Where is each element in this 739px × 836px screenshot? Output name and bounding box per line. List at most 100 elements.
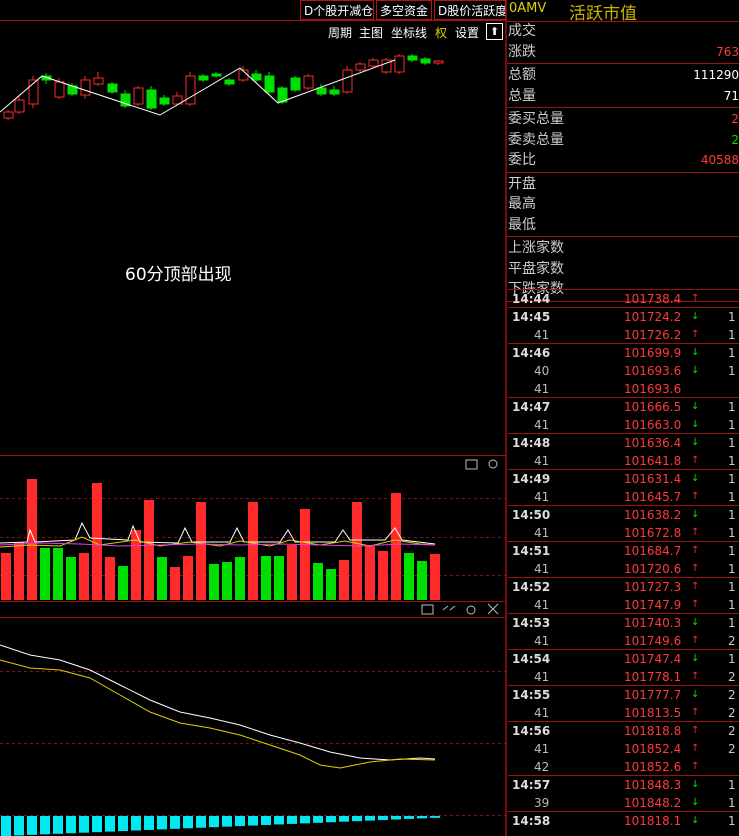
tick-volume: 1 — [728, 526, 736, 540]
tick-row: 41 101852.4 ↑ 2 — [508, 740, 739, 758]
histogram-bar — [378, 816, 388, 821]
histogram-bar — [391, 816, 401, 820]
tick-row: 14:44 101738.4 ↑ — [508, 289, 739, 308]
candle-body — [198, 75, 209, 81]
tick-volume: 1 — [728, 652, 736, 666]
tick-price: 101684.7 — [624, 544, 682, 558]
tick-price: 101738.4 — [624, 292, 682, 306]
tick-time: 14:52 — [512, 580, 551, 594]
tick-time: 14:56 — [512, 724, 551, 738]
reduce-position-button[interactable]: D个股开减仓 — [300, 0, 374, 20]
divider — [507, 107, 739, 108]
frame-lines — [0, 0, 507, 836]
tick-row: 41 101672.8 ↑ 1 — [508, 524, 739, 542]
tick-row: 41 101813.5 ↑ 2 — [508, 704, 739, 722]
tick-price: 101641.8 — [624, 454, 682, 468]
arrow-down-icon: ↓ — [691, 365, 700, 376]
quote-row-3-1: 最高 — [508, 194, 739, 214]
tick-time: 14:53 — [512, 616, 551, 630]
arrow-down-icon: ↓ — [691, 617, 700, 628]
arrow-down-icon: ↓ — [691, 347, 700, 358]
arrow-up-icon: ↑ — [691, 329, 700, 340]
histogram-bar — [222, 816, 232, 827]
volume-bar — [144, 500, 154, 600]
candle-body — [342, 69, 353, 93]
tick-time: 41 — [534, 382, 550, 396]
arrow-down-icon: ↓ — [691, 437, 700, 448]
tick-volume: 1 — [728, 544, 736, 558]
candle-body — [159, 97, 170, 105]
tick-volume: 1 — [728, 328, 736, 342]
candle-body — [368, 59, 379, 67]
tick-row: 14:54 101747.4 ↓ 1 — [508, 649, 739, 668]
tick-time: 14:51 — [512, 544, 551, 558]
arrow-up-icon: ↑ — [691, 563, 700, 574]
capital-flow-button[interactable]: 多空资金 — [376, 0, 432, 20]
volume-bar — [1, 553, 11, 600]
menu-period[interactable]: 周期 — [328, 24, 352, 41]
tick-time: 14:49 — [512, 472, 551, 486]
candle-body — [316, 87, 327, 95]
tick-row: 41 101641.8 ↑ 1 — [508, 452, 739, 470]
divider — [507, 171, 739, 173]
tick-price: 101727.3 — [624, 580, 682, 594]
quote-row-4-1: 平盘家数 — [508, 259, 739, 279]
tick-row: 14:46 101699.9 ↓ 1 — [508, 343, 739, 362]
candle-body — [264, 75, 275, 93]
candle-body — [290, 77, 301, 91]
tick-price: 101813.5 — [624, 706, 682, 720]
tick-volume: 1 — [728, 454, 736, 468]
histogram-bar — [313, 816, 323, 823]
histogram-bar — [53, 816, 63, 834]
arrow-down-icon: ↓ — [691, 797, 700, 808]
tick-time: 14:45 — [512, 310, 551, 324]
histogram-bar — [170, 816, 180, 829]
histogram-bar — [365, 816, 375, 821]
volume-bar — [365, 546, 375, 600]
menu-main-chart[interactable]: 主图 — [359, 24, 383, 41]
volume-bar — [105, 557, 115, 600]
quote-row-0-0-label: 成交 — [508, 23, 536, 39]
arrow-up-icon: ↑ — [691, 599, 700, 610]
quote-row-4-0: 上涨家数 — [508, 238, 739, 258]
tick-volume: 1 — [728, 346, 736, 360]
volume-bar — [209, 564, 219, 600]
candle-body — [224, 79, 235, 85]
histogram-bar — [196, 816, 206, 828]
histogram-bar — [209, 816, 219, 828]
scroll-up-icon[interactable]: ⬆ — [486, 23, 503, 40]
tick-price: 101636.4 — [624, 436, 682, 450]
tick-price: 101666.5 — [624, 400, 682, 414]
arrow-down-icon: ↓ — [691, 779, 700, 790]
tick-time: 42 — [534, 760, 550, 774]
volume-bar — [92, 483, 102, 600]
quote-row-2-2: 委比 40588 — [508, 150, 739, 170]
tick-time: 41 — [534, 454, 550, 468]
menu-rights[interactable]: 权 — [435, 24, 447, 41]
tick-price: 101631.4 — [624, 472, 682, 486]
tick-time: 41 — [534, 328, 550, 342]
tick-time: 41 — [534, 598, 550, 612]
tick-time: 41 — [534, 742, 550, 756]
candlestick-series — [3, 54, 444, 120]
price-activity-button[interactable]: D股价活跃度 — [434, 0, 506, 20]
tick-time: 41 — [534, 490, 550, 504]
quote-row-2-2-label: 委比 — [508, 152, 536, 168]
volume-bar — [183, 556, 193, 600]
volume-bar — [248, 502, 258, 600]
menu-coord-lines[interactable]: 坐标线 — [391, 24, 427, 41]
tick-price: 101852.4 — [624, 742, 682, 756]
arrow-down-icon: ↓ — [691, 419, 700, 430]
tick-time: 14:55 — [512, 688, 551, 702]
histogram-bar — [27, 816, 37, 835]
quote-row-2-1-value: 2 — [731, 132, 739, 147]
tick-row: 41 101693.6 — [508, 380, 739, 398]
histogram-bar — [417, 816, 427, 819]
quote-row-3-1-label: 最高 — [508, 196, 536, 212]
volume-bar — [222, 562, 232, 600]
menu-settings[interactable]: 设置 — [455, 24, 479, 41]
volume-bar — [40, 548, 50, 600]
tick-volume: 1 — [728, 598, 736, 612]
tick-price: 101693.6 — [624, 364, 682, 378]
tick-volume: 1 — [728, 418, 736, 432]
